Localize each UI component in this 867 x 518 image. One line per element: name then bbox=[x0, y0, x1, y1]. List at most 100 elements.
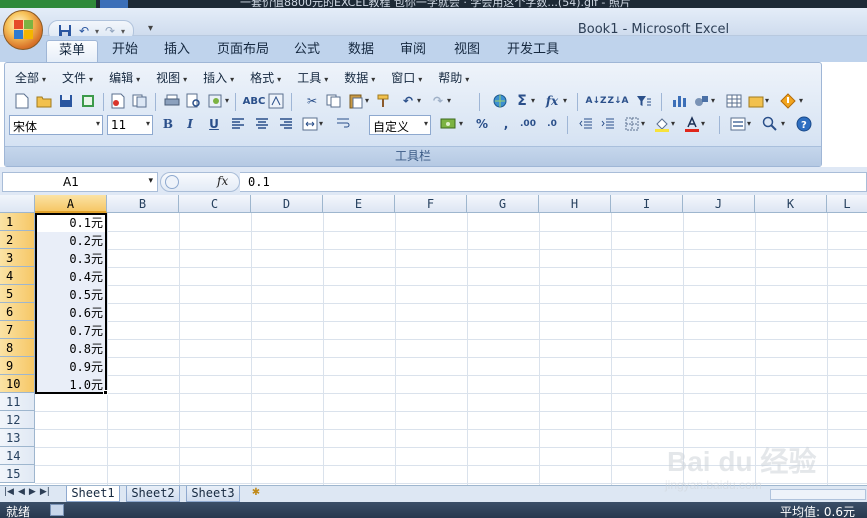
chevron-down-icon[interactable]: ▾ bbox=[531, 96, 535, 105]
tab-review[interactable]: 审阅 bbox=[392, 40, 434, 62]
number-format-select[interactable]: 自定义 ▾ bbox=[369, 115, 431, 135]
column-header-l[interactable]: L bbox=[827, 195, 867, 213]
chevron-down-icon[interactable]: ▾ bbox=[711, 96, 715, 105]
menu-tools[interactable]: 工具 ▾ bbox=[291, 67, 334, 87]
save-icon[interactable] bbox=[57, 92, 75, 110]
chevron-down-icon[interactable]: ▾ bbox=[701, 119, 705, 128]
menu-insert[interactable]: 插入 ▾ bbox=[197, 67, 240, 87]
help-icon[interactable]: ? bbox=[795, 115, 813, 133]
expand-formula-icon[interactable] bbox=[165, 175, 179, 189]
italic-button[interactable]: I bbox=[181, 115, 199, 133]
name-box[interactable]: A1 ▾ bbox=[2, 172, 158, 192]
cell-a2[interactable]: 0.2元 bbox=[36, 232, 106, 250]
formula-input[interactable]: 0.1 bbox=[240, 172, 867, 192]
spelling-icon[interactable]: ABC bbox=[243, 92, 266, 110]
chevron-down-icon[interactable]: ▾ bbox=[747, 119, 751, 128]
fill-color-icon[interactable] bbox=[653, 115, 671, 133]
chevron-down-icon[interactable]: ▾ bbox=[799, 96, 803, 105]
chevron-down-icon[interactable]: ▾ bbox=[671, 119, 675, 128]
cell-a3[interactable]: 0.3元 bbox=[36, 250, 106, 268]
print-icon[interactable] bbox=[163, 92, 181, 110]
row-header-6[interactable]: 6 bbox=[0, 303, 35, 321]
column-header-c[interactable]: C bbox=[179, 195, 251, 213]
format-painter-icon[interactable] bbox=[375, 92, 393, 110]
horizontal-scrollbar[interactable] bbox=[770, 489, 866, 500]
tab-insert[interactable]: 插入 bbox=[156, 40, 198, 62]
column-header-h[interactable]: H bbox=[539, 195, 611, 213]
bold-button[interactable]: B bbox=[159, 115, 177, 133]
increase-indent-icon[interactable] bbox=[599, 115, 617, 133]
align-center-icon[interactable] bbox=[253, 115, 271, 133]
tab-page-layout[interactable]: 页面布局 bbox=[210, 40, 276, 62]
row-header-13[interactable]: 13 bbox=[0, 429, 35, 447]
cell-a5[interactable]: 0.5元 bbox=[36, 286, 106, 304]
menu-help[interactable]: 帮助 ▾ bbox=[432, 67, 475, 87]
column-header-g[interactable]: G bbox=[467, 195, 539, 213]
open-folder-icon[interactable] bbox=[35, 92, 53, 110]
align-left-icon[interactable] bbox=[229, 115, 247, 133]
column-header-j[interactable]: J bbox=[683, 195, 755, 213]
tab-home[interactable]: 开始 bbox=[104, 40, 146, 62]
tab-formulas[interactable]: 公式 bbox=[286, 40, 328, 62]
chevron-down-icon[interactable]: ▾ bbox=[319, 119, 323, 128]
row-header-1[interactable]: 1 bbox=[0, 213, 35, 231]
worksheet-grid[interactable]: A B C D E F G H I J K L 1 2 3 4 5 6 7 8 … bbox=[0, 195, 867, 485]
first-sheet-icon[interactable]: |◀ bbox=[4, 487, 14, 497]
tab-developer[interactable]: 开发工具 bbox=[500, 40, 566, 62]
merge-center-icon[interactable] bbox=[301, 115, 319, 133]
row-header-12[interactable]: 12 bbox=[0, 411, 35, 429]
row-header-9[interactable]: 9 bbox=[0, 357, 35, 375]
currency-icon[interactable] bbox=[439, 115, 457, 133]
column-header-d[interactable]: D bbox=[251, 195, 323, 213]
chevron-down-icon[interactable]: ▾ bbox=[148, 176, 153, 186]
chevron-down-icon[interactable]: ▾ bbox=[417, 96, 421, 105]
menu-window[interactable]: 窗口 ▾ bbox=[385, 67, 428, 87]
decrease-decimal-button[interactable]: .0 bbox=[543, 115, 561, 133]
chevron-down-icon[interactable]: ▾ bbox=[459, 119, 463, 128]
conditional-format-icon[interactable] bbox=[729, 115, 747, 133]
menu-format[interactable]: 格式 ▾ bbox=[244, 67, 287, 87]
column-header-b[interactable]: B bbox=[107, 195, 179, 213]
row-header-5[interactable]: 5 bbox=[0, 285, 35, 303]
tab-view[interactable]: 视图 bbox=[446, 40, 488, 62]
increase-decimal-button[interactable]: .00 bbox=[519, 115, 537, 133]
filter-icon[interactable] bbox=[635, 92, 653, 110]
hyperlink-icon[interactable] bbox=[491, 92, 509, 110]
cell-a7[interactable]: 0.7元 bbox=[36, 322, 106, 340]
percent-button[interactable]: % bbox=[473, 115, 491, 133]
sort-ascending-icon[interactable]: A↓Z bbox=[585, 92, 606, 110]
sheet-tab-1[interactable]: Sheet1 bbox=[66, 486, 120, 502]
font-name-select[interactable]: 宋体 ▾ bbox=[9, 115, 103, 135]
column-header-k[interactable]: K bbox=[755, 195, 827, 213]
sheet-tab-2[interactable]: Sheet2 bbox=[126, 486, 180, 502]
insert-function-button[interactable]: fx bbox=[217, 174, 228, 188]
underline-button[interactable]: U bbox=[205, 115, 223, 133]
cell-a4[interactable]: 0.4元 bbox=[36, 268, 106, 286]
table-icon[interactable] bbox=[725, 92, 743, 110]
chart-icon[interactable] bbox=[671, 92, 689, 110]
select-all-corner[interactable] bbox=[0, 195, 35, 213]
menu-all[interactable]: 全部 ▾ bbox=[9, 67, 52, 87]
autosum-icon[interactable]: Σ bbox=[513, 92, 531, 110]
paste-icon[interactable] bbox=[347, 92, 365, 110]
warning-icon[interactable] bbox=[779, 92, 797, 110]
sheet-tab-3[interactable]: Sheet3 bbox=[186, 486, 240, 502]
cell-a6[interactable]: 0.6元 bbox=[36, 304, 106, 322]
row-header-14[interactable]: 14 bbox=[0, 447, 35, 465]
chevron-down-icon[interactable]: ▾ bbox=[641, 119, 645, 128]
cell-a8[interactable]: 0.8元 bbox=[36, 340, 106, 358]
translate-icon[interactable] bbox=[267, 92, 285, 110]
align-right-icon[interactable] bbox=[277, 115, 295, 133]
comment-folder-icon[interactable] bbox=[747, 92, 765, 110]
macro-record-icon[interactable] bbox=[50, 504, 64, 516]
column-header-e[interactable]: E bbox=[323, 195, 395, 213]
chevron-down-icon[interactable]: ▾ bbox=[365, 96, 369, 105]
column-header-i[interactable]: I bbox=[611, 195, 683, 213]
font-size-select[interactable]: 11 ▾ bbox=[107, 115, 153, 135]
tab-menu[interactable]: 菜单 bbox=[46, 40, 98, 62]
insert-sheet-icon[interactable]: ✱ bbox=[247, 487, 265, 501]
column-header-f[interactable]: F bbox=[395, 195, 467, 213]
row-header-3[interactable]: 3 bbox=[0, 249, 35, 267]
new-file-icon[interactable] bbox=[13, 92, 31, 110]
cell-a10[interactable]: 1.0元 bbox=[36, 376, 106, 394]
